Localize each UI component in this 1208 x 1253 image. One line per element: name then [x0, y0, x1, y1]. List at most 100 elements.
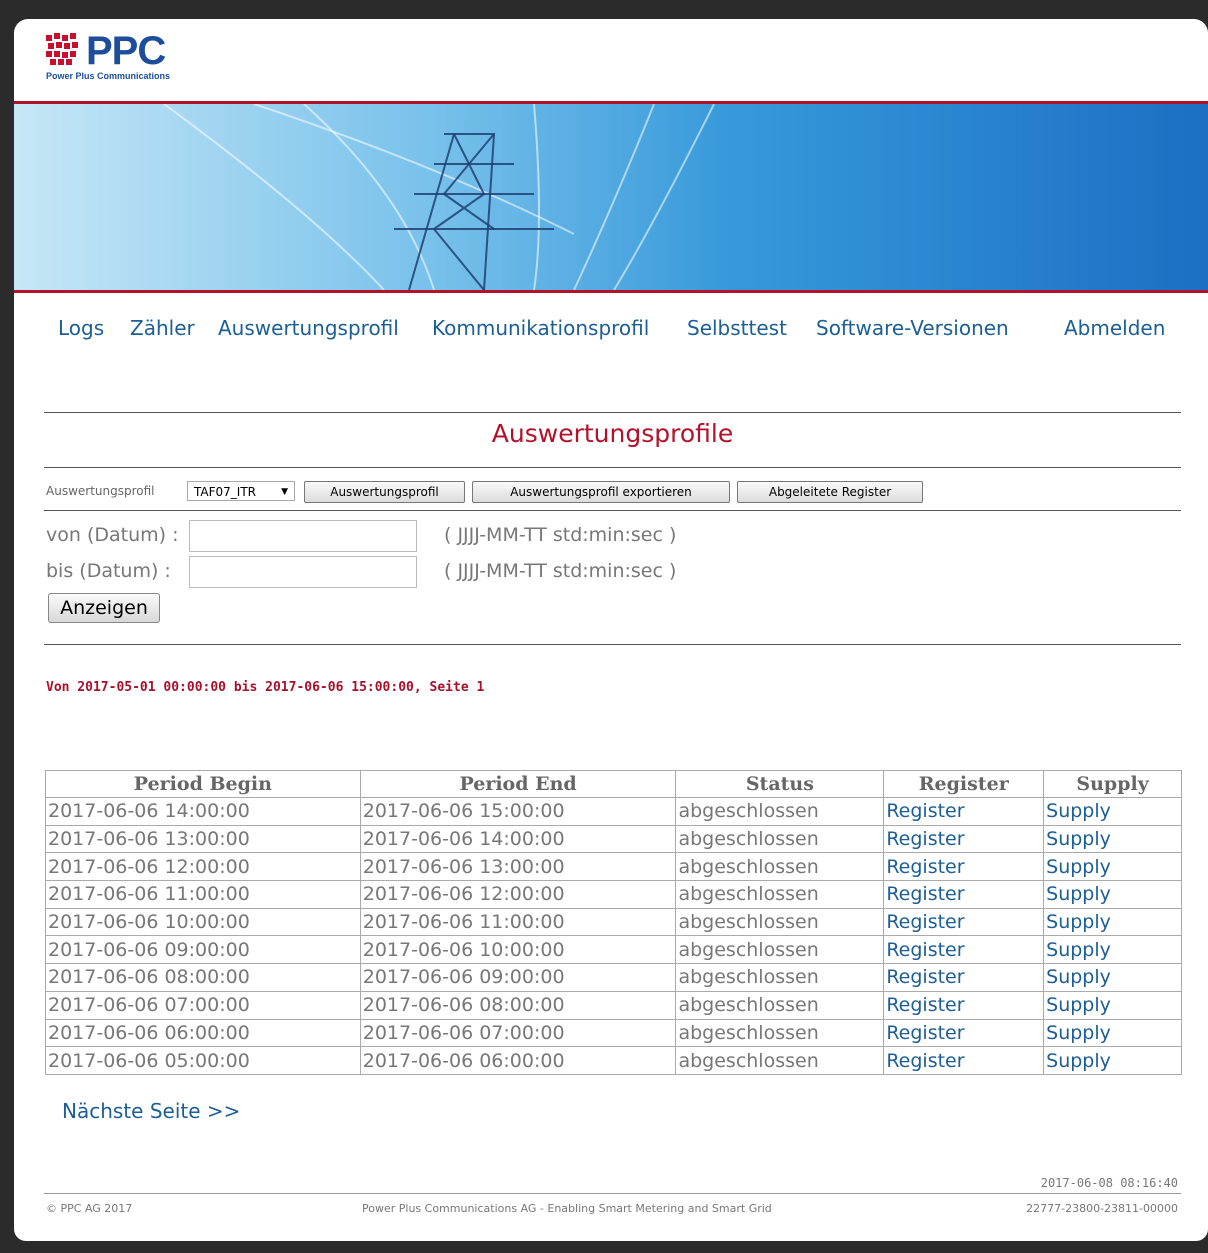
- nav-abmelden[interactable]: Abmelden: [1064, 316, 1165, 340]
- supply-link[interactable]: Supply: [1046, 828, 1111, 850]
- period-begin-cell: 2017-06-06 14:00:00: [45, 797, 361, 826]
- register-link[interactable]: Register: [886, 828, 964, 850]
- register-link[interactable]: Register: [886, 1022, 964, 1044]
- period-end-cell: 2017-06-06 10:00:00: [359, 935, 677, 965]
- ppc-logo-icon: [46, 33, 78, 65]
- ppc-logo[interactable]: PPC Power Plus Communications: [44, 29, 204, 93]
- profile-table: Period Begin Period End Status Register …: [45, 770, 1182, 1075]
- period-begin-cell: 2017-06-06 12:00:00: [45, 852, 361, 882]
- table-row: 2017-06-06 13:00:00 2017-06-06 14:00:00 …: [45, 824, 1182, 854]
- divider: [44, 412, 1181, 413]
- range-info: Von 2017-05-01 00:00:00 bis 2017-06-06 1…: [46, 680, 485, 695]
- period-end-cell: 2017-06-06 08:00:00: [359, 990, 677, 1020]
- status-cell: abgeschlossen: [675, 963, 885, 992]
- to-date-format-hint: ( JJJJ-MM-TT std:min:sec ): [444, 560, 677, 582]
- nav-kommunikationsprofil[interactable]: Kommunikationsprofil: [432, 316, 649, 340]
- supply-link[interactable]: Supply: [1046, 911, 1111, 933]
- supply-link[interactable]: Supply: [1046, 856, 1111, 878]
- register-link[interactable]: Register: [886, 883, 964, 905]
- supply-link[interactable]: Supply: [1046, 966, 1111, 988]
- period-end-cell: 2017-06-06 12:00:00: [359, 880, 677, 909]
- to-date-input[interactable]: [189, 556, 417, 588]
- supply-link[interactable]: Supply: [1046, 994, 1111, 1016]
- logo-text: PPC: [86, 29, 166, 73]
- nav-selbsttest[interactable]: Selbsttest: [687, 316, 787, 340]
- period-end-cell: 2017-06-06 07:00:00: [359, 1018, 677, 1048]
- register-link[interactable]: Register: [886, 800, 964, 822]
- period-begin-cell: 2017-06-06 08:00:00: [45, 963, 361, 992]
- col-header-register: Register: [883, 770, 1045, 798]
- divider: [44, 467, 1181, 468]
- auswertungsprofil-button[interactable]: Auswertungsprofil: [304, 481, 465, 503]
- table-row: 2017-06-06 08:00:00 2017-06-06 09:00:00 …: [45, 963, 1182, 992]
- register-link[interactable]: Register: [886, 966, 964, 988]
- supply-link[interactable]: Supply: [1046, 1050, 1111, 1072]
- supply-link[interactable]: Supply: [1046, 800, 1111, 822]
- status-cell: abgeschlossen: [675, 907, 885, 937]
- logo-subtitle: Power Plus Communications: [46, 71, 171, 81]
- period-end-cell: 2017-06-06 09:00:00: [359, 963, 677, 992]
- period-end-cell: 2017-06-06 15:00:00: [359, 797, 677, 826]
- supply-link[interactable]: Supply: [1046, 939, 1111, 961]
- status-cell: abgeschlossen: [675, 880, 885, 909]
- period-end-cell: 2017-06-06 06:00:00: [359, 1046, 677, 1075]
- table-row: 2017-06-06 14:00:00 2017-06-06 15:00:00 …: [45, 797, 1182, 826]
- register-link[interactable]: Register: [886, 856, 964, 878]
- supply-link[interactable]: Supply: [1046, 1022, 1111, 1044]
- status-cell: abgeschlossen: [675, 797, 885, 826]
- footer-device-id: 22777-23800-23811-00000: [1026, 1202, 1178, 1215]
- nav-auswertungsprofil[interactable]: Auswertungsprofil: [218, 316, 399, 340]
- register-link[interactable]: Register: [886, 1050, 964, 1072]
- footer-divider: [44, 1193, 1181, 1194]
- period-end-cell: 2017-06-06 11:00:00: [359, 907, 677, 937]
- nav-logs[interactable]: Logs: [58, 316, 104, 340]
- period-begin-cell: 2017-06-06 09:00:00: [45, 935, 361, 965]
- divider: [44, 510, 1181, 511]
- nav-software-versionen[interactable]: Software-Versionen: [816, 316, 1009, 340]
- register-link[interactable]: Register: [886, 939, 964, 961]
- next-page-link[interactable]: Nächste Seite >>: [62, 1099, 240, 1123]
- period-end-cell: 2017-06-06 13:00:00: [359, 852, 677, 882]
- status-cell: abgeschlossen: [675, 852, 885, 882]
- derived-registers-button[interactable]: Abgeleitete Register: [737, 481, 923, 503]
- table-row: 2017-06-06 07:00:00 2017-06-06 08:00:00 …: [45, 990, 1182, 1020]
- supply-link[interactable]: Supply: [1046, 883, 1111, 905]
- period-end-cell: 2017-06-06 14:00:00: [359, 824, 677, 854]
- from-date-format-hint: ( JJJJ-MM-TT std:min:sec ): [444, 524, 677, 546]
- status-cell: abgeschlossen: [675, 935, 885, 965]
- to-date-label: bis (Datum) :: [46, 560, 171, 582]
- nav-zaehler[interactable]: Zähler: [130, 316, 195, 340]
- table-row: 2017-06-06 10:00:00 2017-06-06 11:00:00 …: [45, 907, 1182, 937]
- main-nav: Logs Zähler Auswertungsprofil Kommunikat…: [58, 316, 1208, 346]
- profile-select[interactable]: TAF07_ITR ▼: [187, 481, 295, 501]
- table-row: 2017-06-06 06:00:00 2017-06-06 07:00:00 …: [45, 1018, 1182, 1048]
- table-row: 2017-06-06 11:00:00 2017-06-06 12:00:00 …: [45, 880, 1182, 909]
- chevron-down-icon: ▼: [281, 487, 288, 497]
- footer-tagline: Power Plus Communications AG - Enabling …: [362, 1202, 772, 1215]
- table-header-row: Period Begin Period End Status Register …: [45, 770, 1182, 798]
- profile-select-value: TAF07_ITR: [194, 485, 256, 499]
- status-cell: abgeschlossen: [675, 1018, 885, 1048]
- period-begin-cell: 2017-06-06 10:00:00: [45, 907, 361, 937]
- col-header-supply: Supply: [1043, 770, 1182, 798]
- table-row: 2017-06-06 05:00:00 2017-06-06 06:00:00 …: [45, 1046, 1182, 1075]
- table-row: 2017-06-06 12:00:00 2017-06-06 13:00:00 …: [45, 852, 1182, 882]
- register-link[interactable]: Register: [886, 994, 964, 1016]
- divider: [44, 644, 1181, 645]
- register-link[interactable]: Register: [886, 911, 964, 933]
- table-row: 2017-06-06 09:00:00 2017-06-06 10:00:00 …: [45, 935, 1182, 965]
- period-begin-cell: 2017-06-06 07:00:00: [45, 990, 361, 1020]
- server-timestamp: 2017-06-08 08:16:40: [1040, 1176, 1178, 1190]
- from-date-input[interactable]: [189, 520, 417, 552]
- period-begin-cell: 2017-06-06 06:00:00: [45, 1018, 361, 1048]
- show-button[interactable]: Anzeigen: [48, 593, 160, 623]
- period-begin-cell: 2017-06-06 13:00:00: [45, 824, 361, 854]
- footer-copyright: © PPC AG 2017: [46, 1202, 133, 1215]
- status-cell: abgeschlossen: [675, 824, 885, 854]
- col-header-period-begin: Period Begin: [45, 770, 361, 798]
- period-begin-cell: 2017-06-06 11:00:00: [45, 880, 361, 909]
- period-begin-cell: 2017-06-06 05:00:00: [45, 1046, 361, 1075]
- export-profile-button[interactable]: Auswertungsprofil exportieren: [472, 481, 730, 503]
- profile-select-label: Auswertungsprofil: [46, 484, 155, 498]
- col-header-status: Status: [675, 770, 885, 798]
